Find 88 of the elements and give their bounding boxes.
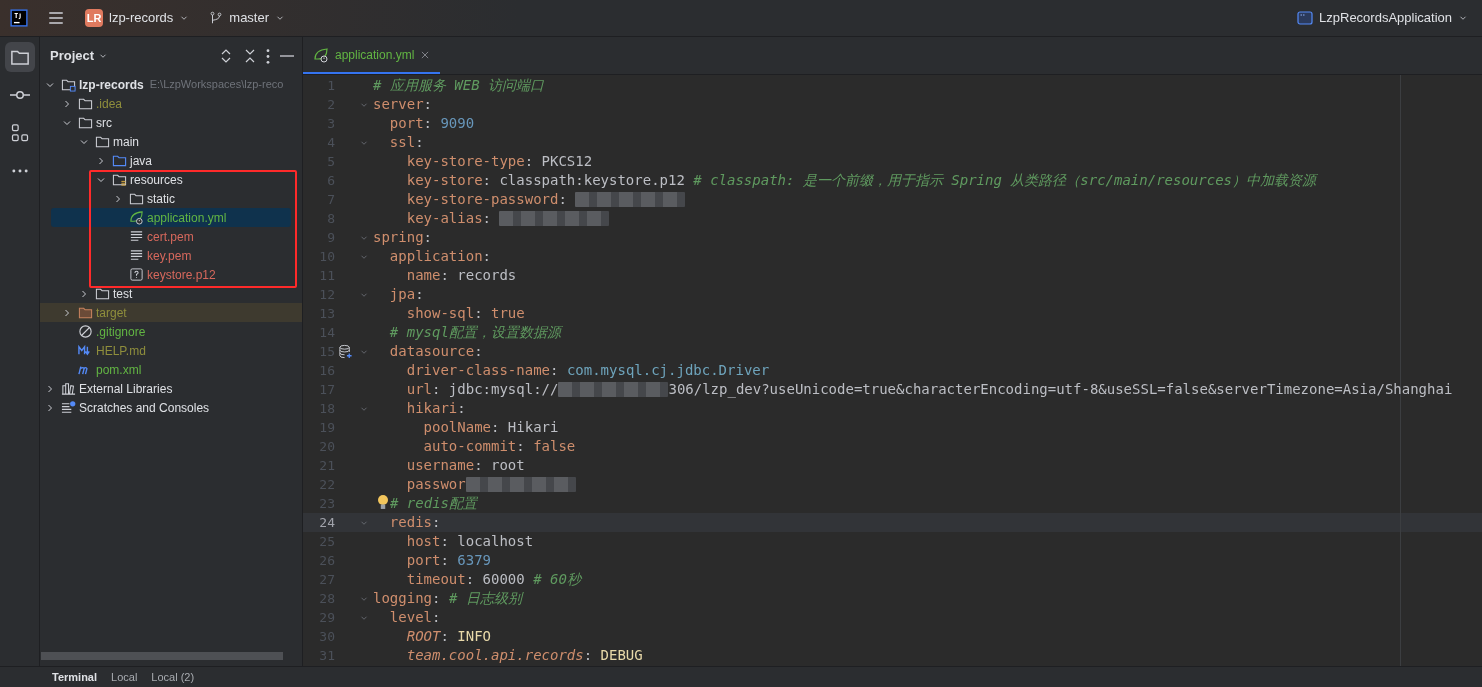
tree-item[interactable]: HELP.md xyxy=(40,341,146,360)
branch-selector[interactable]: master xyxy=(207,5,288,31)
code-text: redis: xyxy=(388,513,441,532)
module-folder-icon xyxy=(61,77,76,92)
structure-icon xyxy=(9,123,30,143)
code-text: # redis配置 xyxy=(390,494,477,513)
run-configuration-selector[interactable]: LzpRecordsApplication xyxy=(1295,5,1470,31)
code-text: timeout: 60000 # 60秒 xyxy=(405,570,581,589)
code-text: show-sql: true xyxy=(405,304,525,323)
code-text: ssl: xyxy=(388,133,424,152)
tree-item[interactable]: .idea xyxy=(40,94,123,113)
close-icon[interactable] xyxy=(420,49,431,60)
tree-item[interactable]: resources xyxy=(40,170,183,189)
folder-icon xyxy=(129,191,144,206)
branch-icon xyxy=(209,11,224,25)
tree-item[interactable]: cert.pem xyxy=(40,227,194,246)
more-icon[interactable] xyxy=(266,48,270,64)
library-icon xyxy=(61,381,76,396)
code-text: server: xyxy=(373,95,432,114)
database-icon[interactable] xyxy=(337,344,353,359)
project-badge: LR xyxy=(85,9,103,27)
code-text: key-store: classpath:keystore.p12 # classpath: 是一个前缀，用于指示 Spring 从类路径（src/main/resources）中加载资源 xyxy=(405,171,1317,190)
project-selector[interactable]: LR lzp-records xyxy=(83,5,192,31)
code-text: jpa: xyxy=(388,285,424,304)
folder-icon xyxy=(78,96,93,111)
code-text: application: xyxy=(388,247,491,266)
code-text: username: root xyxy=(405,456,525,475)
folder-icon xyxy=(78,305,93,320)
line-number: 24 xyxy=(318,513,335,532)
tree-item[interactable]: static xyxy=(40,189,175,208)
text-file-icon xyxy=(129,248,144,263)
tree-item[interactable]: lzp-records E:\LzpWorkspaces\lzp-reco xyxy=(40,75,284,94)
folder-tool-button[interactable] xyxy=(4,42,35,72)
text-file-icon xyxy=(129,229,144,244)
menu-icon[interactable] xyxy=(47,9,65,27)
code-text: logging: # 日志级别 xyxy=(373,589,522,608)
code-text: datasource: xyxy=(388,342,483,361)
folder-icon xyxy=(95,134,110,149)
tree-item[interactable]: keystore.p12 xyxy=(40,265,216,284)
folder-icon xyxy=(78,115,93,130)
code-text: team.cool.api.records: DEBUG xyxy=(405,646,643,665)
code-text: # 应用服务 WEB 访问端口 xyxy=(373,76,544,95)
ignore-file-icon xyxy=(78,324,93,339)
scratches-icon xyxy=(61,400,76,415)
code-text: port: 6379 xyxy=(405,551,491,570)
code-text: host: localhost xyxy=(405,532,534,551)
path-hint: E:\LzpWorkspaces\lzp-reco xyxy=(149,77,284,93)
code-text: poolName: Hikari xyxy=(422,418,559,437)
code-text: key-store-password: xyxy=(405,190,568,209)
folder-icon xyxy=(95,286,110,301)
lightbulb-icon[interactable] xyxy=(378,494,388,509)
resource-folder-icon xyxy=(112,172,127,187)
code-text: level: xyxy=(388,608,441,627)
code-text: key-alias: xyxy=(405,209,492,228)
tree-item[interactable]: External Libraries xyxy=(40,379,173,398)
terminal-tab[interactable]: Terminal xyxy=(52,668,98,686)
panel-title-dropdown[interactable]: Project xyxy=(50,46,109,66)
tree-item[interactable]: application.yml xyxy=(51,208,291,227)
code-text: # mysql配置，设置数据源 xyxy=(388,323,561,342)
tree-item[interactable]: src xyxy=(40,113,112,132)
terminal-tab[interactable]: Local (2) xyxy=(151,668,195,686)
source-folder-icon xyxy=(112,153,127,168)
code-text: 306/lzp_dev?useUnicode=true&characterEncoding=utf-8&useSSL=false&serverTimezone=Asia/Shanghai xyxy=(668,380,1453,400)
code-text: spring: xyxy=(373,228,432,247)
tree-item[interactable]: .gitignore xyxy=(40,322,146,341)
horizontal-scrollbar[interactable] xyxy=(41,652,283,660)
code-text: driver-class-name: com.mysql.cj.jdbc.Driver xyxy=(405,361,770,380)
code-text: url: jdbc:mysql:// xyxy=(405,380,559,399)
code-text: ROOT: INFO xyxy=(405,627,491,646)
tree-item[interactable]: java xyxy=(40,151,152,170)
code-text: port: 9090 xyxy=(388,114,475,133)
code-text: name: records xyxy=(405,266,517,285)
code-text: passwor xyxy=(405,475,466,494)
more-icon xyxy=(11,169,28,173)
code-text: key-store-type: PKCS12 xyxy=(405,152,593,171)
app-logo-icon[interactable] xyxy=(10,9,28,27)
tree-item[interactable]: pom.xml xyxy=(40,360,142,379)
tree-item[interactable]: test xyxy=(40,284,133,303)
application-window-icon xyxy=(1297,10,1314,26)
terminal-tab[interactable]: Local xyxy=(111,668,138,686)
leaf-file-icon xyxy=(129,210,144,225)
leaf-file-icon xyxy=(313,46,329,63)
tree-item[interactable]: key.pem xyxy=(40,246,192,265)
tree-item[interactable]: Scratches and Consoles xyxy=(40,398,210,417)
code-text: auto-commit: false xyxy=(422,437,576,456)
unknown-file-icon xyxy=(129,267,144,282)
code-text: hikari: xyxy=(405,399,466,418)
tree-item[interactable]: main xyxy=(40,132,139,151)
